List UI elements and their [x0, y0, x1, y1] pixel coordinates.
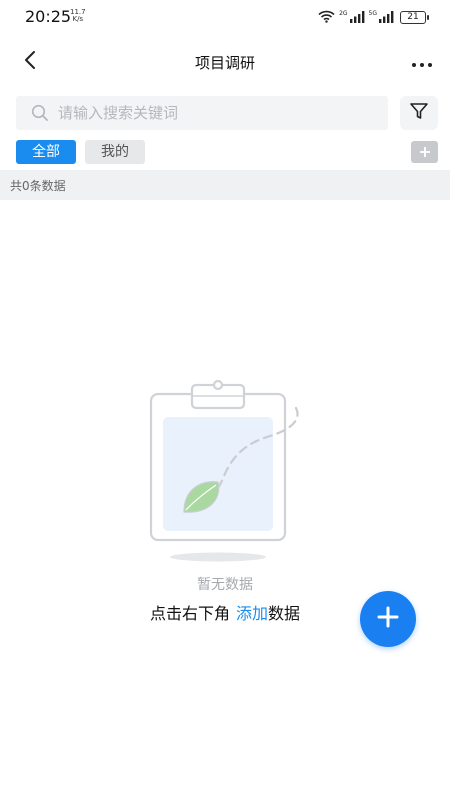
page-title: 项目调研 [194, 54, 255, 72]
tab-mine[interactable]: 我的 [85, 140, 145, 164]
count-bar: 共0条数据 [0, 170, 450, 200]
search-icon [30, 103, 50, 123]
sim1-label: 2G [339, 9, 348, 17]
more-button[interactable] [408, 48, 436, 76]
hint-prefix: 点击右下角 [149, 604, 230, 623]
search-input[interactable] [56, 103, 360, 123]
add-tab-button[interactable] [411, 141, 438, 163]
nav-header: 项目调研 [0, 40, 450, 84]
signal-icon [379, 8, 394, 27]
search-box [16, 96, 388, 130]
app-screen: 20:25 11.7 K/s 2G 5G 21 项目调研 请输入搜索关键词 全部… [0, 0, 450, 800]
status-bar: 20:25 11.7 K/s 2G 5G 21 [0, 0, 450, 34]
signal-icon [349, 8, 365, 27]
record-count: 共0条数据 [10, 179, 66, 193]
sim2-label: 5G [368, 9, 377, 17]
network-speed-unit: K/s [72, 15, 84, 23]
wifi-icon [318, 8, 335, 27]
filter-icon [409, 101, 429, 125]
status-icons: 2G 5G 21 [318, 8, 429, 27]
add-data-link[interactable]: 添加 [236, 604, 268, 623]
empty-clipboard-illustration [140, 378, 310, 568]
plus-icon [419, 143, 431, 162]
tab-all[interactable]: 全部 [16, 140, 76, 164]
battery-icon: 21 [400, 10, 429, 24]
plus-icon [376, 605, 400, 633]
add-floating-button[interactable] [360, 591, 416, 647]
filter-button[interactable] [400, 96, 438, 130]
network-speed: 11.7 K/s [70, 9, 86, 23]
status-time: 20:25 [25, 7, 72, 26]
hint-suffix: 数据 [268, 604, 301, 623]
more-horizontal-icon [411, 53, 433, 72]
